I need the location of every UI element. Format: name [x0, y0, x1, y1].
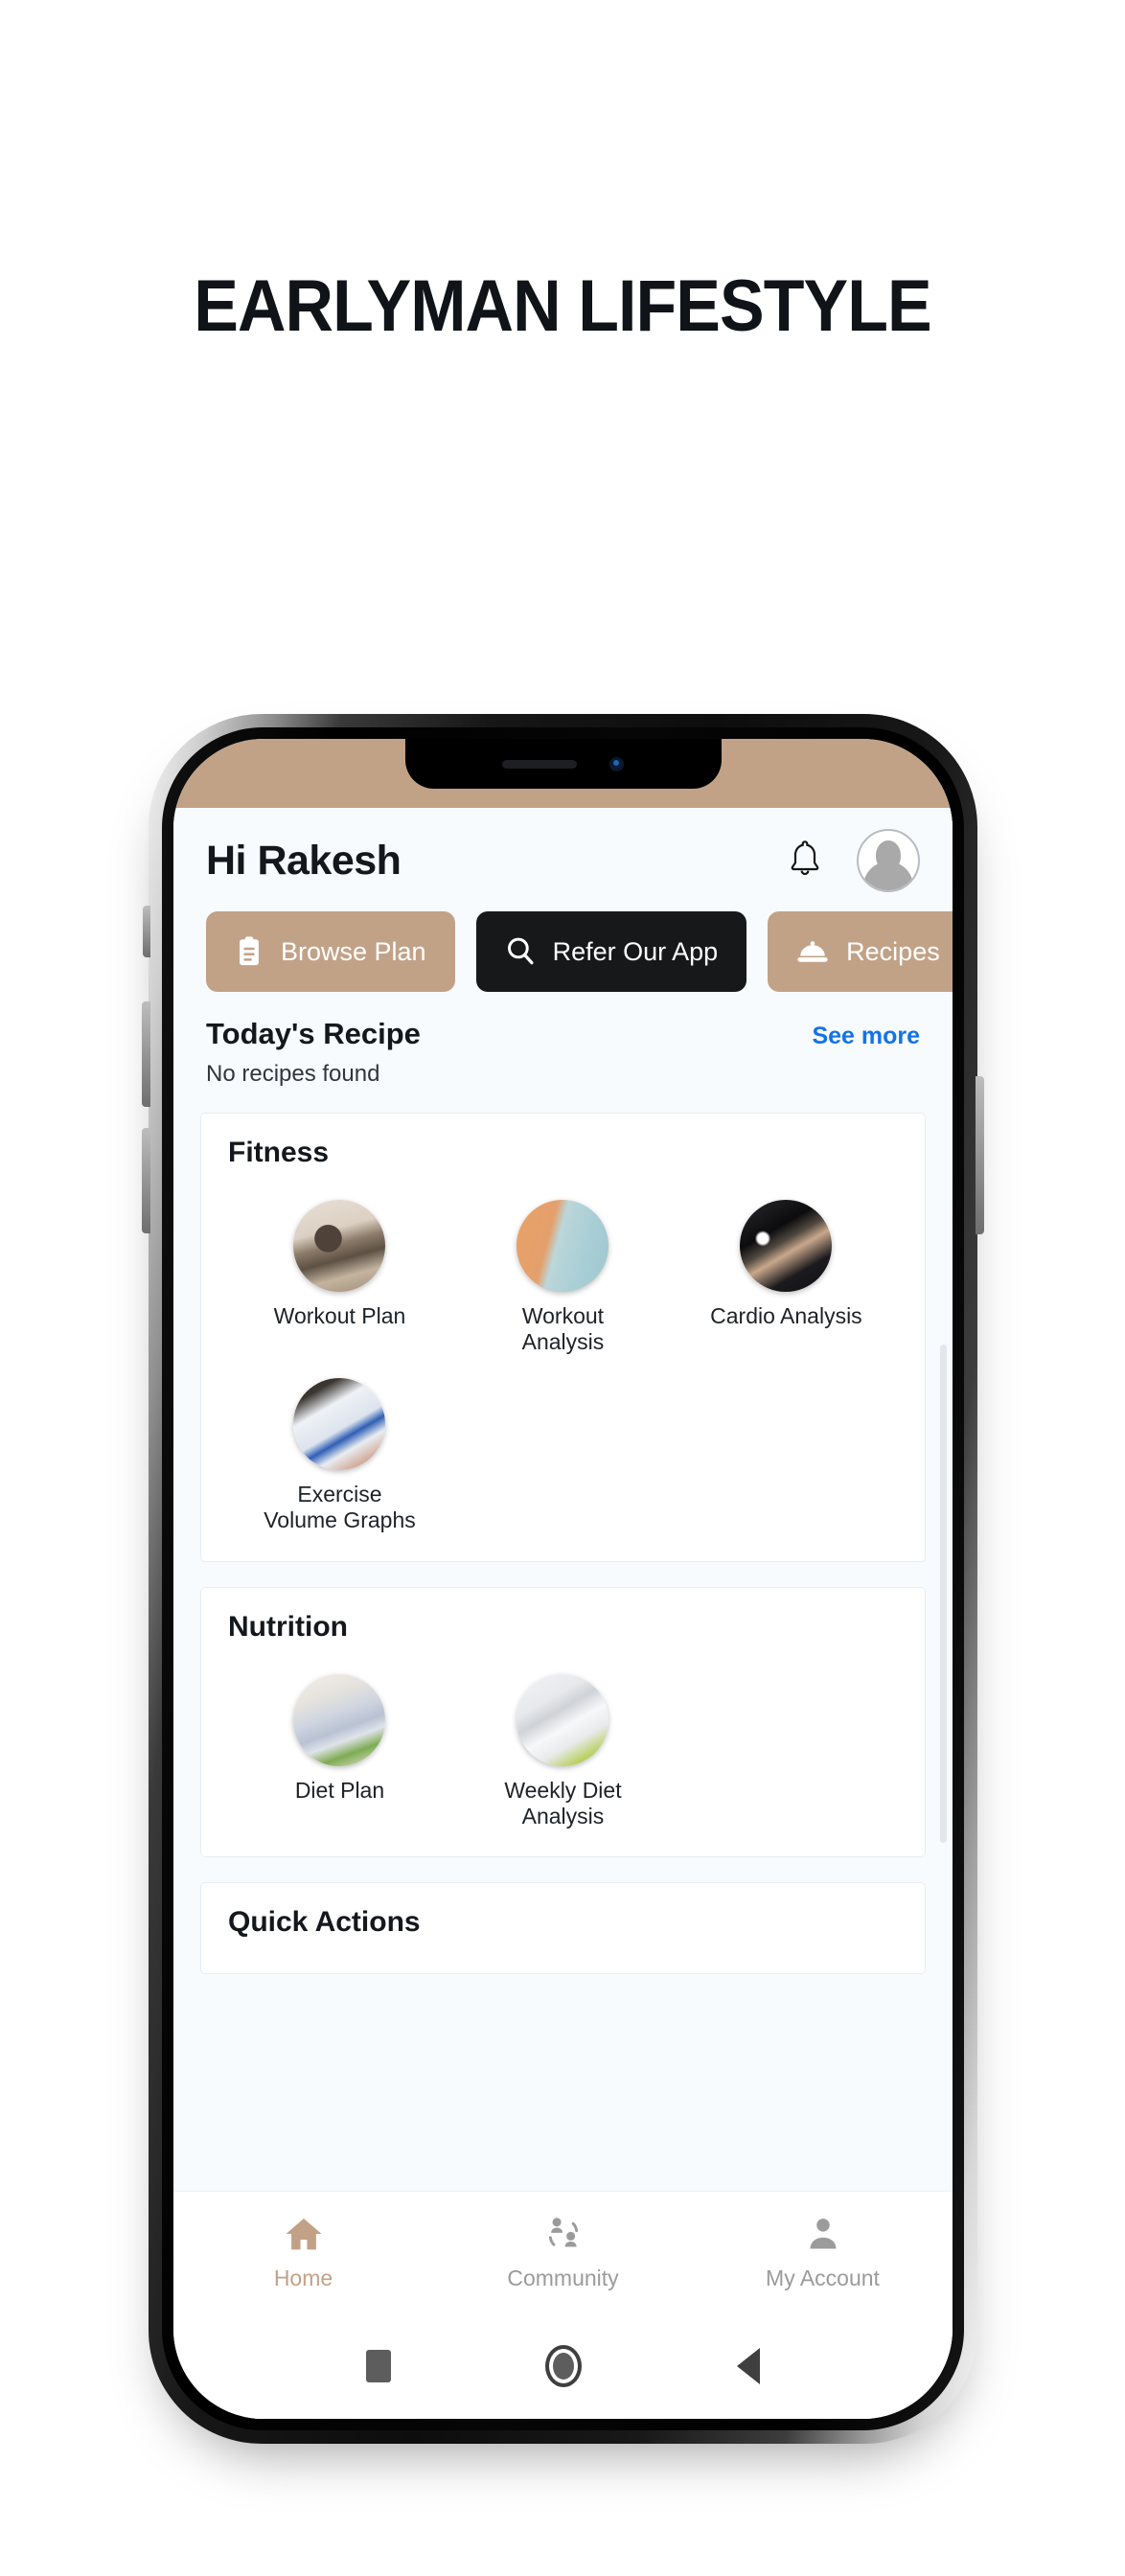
food-dome-icon	[796, 937, 829, 966]
tile-label: Cardio Analysis	[710, 1303, 862, 1328]
tile-workout-plan[interactable]: Workout Plan	[228, 1177, 451, 1355]
recents-square-icon[interactable]	[365, 2350, 391, 2382]
phone-outer-frame: Hi Rakesh Browse Plan Refer Our App Reci…	[142, 714, 984, 2444]
bell-icon[interactable]	[786, 840, 824, 882]
avatar[interactable]	[857, 829, 920, 892]
nav-item-my-account[interactable]: My Account	[693, 2215, 953, 2291]
back-triangle-icon[interactable]	[737, 2348, 761, 2384]
avatar-body-icon	[863, 862, 913, 890]
app-root: Hi Rakesh Browse Plan Refer Our App Reci…	[173, 808, 953, 2419]
home-icon	[283, 2215, 325, 2258]
nav-item-community[interactable]: Community	[433, 2215, 693, 2291]
nutrition-card-title: Nutrition	[228, 1610, 348, 1643]
nav-label: My Account	[766, 2265, 880, 2290]
app-scroll-area[interactable]: Hi Rakesh Browse Plan Refer Our App Reci…	[173, 808, 953, 2191]
browse-plan-button[interactable]: Browse Plan	[206, 911, 455, 992]
home-circle-icon[interactable]	[545, 2345, 583, 2387]
browse-plan-label: Browse Plan	[281, 936, 426, 966]
search-icon	[505, 935, 536, 968]
clipboard-icon	[235, 935, 264, 968]
recipes-label: Recipes	[846, 936, 940, 966]
recipes-button[interactable]: Recipes	[768, 911, 953, 992]
tile-label: Exercise Volume Graphs	[264, 1482, 416, 1533]
app-header: Hi Rakesh	[173, 808, 953, 906]
person-icon	[802, 2215, 844, 2258]
volume-up-button[interactable]	[142, 1001, 150, 1107]
exercise-volume-graphs-photo	[293, 1378, 386, 1471]
tile-label: Workout Analysis	[521, 1303, 605, 1355]
nav-label: Home	[273, 2265, 333, 2290]
refer-our-app-button[interactable]: Refer Our App	[475, 911, 747, 992]
phone-inner-frame: Hi Rakesh Browse Plan Refer Our App Reci…	[162, 727, 964, 2430]
fitness-tiles: Workout Plan Workout Analysis Cardio Ana…	[228, 1177, 898, 1534]
page-title: EARLYMAN LIFESTYLE	[194, 265, 931, 347]
workout-plan-photo	[293, 1200, 386, 1292]
vertical-scrollbar[interactable]	[940, 1345, 947, 1843]
tile-weekly-diet-analysis[interactable]: Weekly Diet Analysis	[451, 1651, 675, 1829]
earpiece-speaker-icon	[502, 759, 577, 769]
see-more-link[interactable]: See more	[812, 1023, 920, 1050]
power-button[interactable]	[976, 1076, 984, 1234]
tile-diet-plan[interactable]: Diet Plan	[228, 1651, 451, 1829]
todays-recipe-header: Today's Recipe See more	[173, 992, 953, 1051]
nutrition-card: Nutrition Diet Plan Weekly Diet Analysis	[200, 1586, 926, 1857]
todays-recipe-title: Today's Recipe	[206, 1017, 421, 1050]
quick-button-row[interactable]: Browse Plan Refer Our App Recipes	[173, 906, 953, 992]
quick-actions-card: Quick Actions	[200, 1881, 926, 1974]
tile-label: Workout Plan	[273, 1303, 406, 1328]
no-recipes-text: No recipes found	[206, 1061, 380, 1087]
diet-plan-photo	[293, 1673, 386, 1766]
phone-screen: Hi Rakesh Browse Plan Refer Our App Reci…	[173, 739, 953, 2419]
bottom-navigation: Home Community My Account	[173, 2191, 953, 2313]
front-camera-icon	[609, 756, 624, 771]
nav-label: Community	[507, 2265, 619, 2290]
tile-workout-analysis[interactable]: Workout Analysis	[451, 1177, 675, 1355]
greeting-text: Hi Rakesh	[206, 837, 402, 884]
tile-label: Weekly Diet Analysis	[504, 1777, 622, 1828]
quick-actions-card-title: Quick Actions	[228, 1905, 421, 1938]
android-system-bar	[173, 2313, 953, 2419]
tile-exercise-volume-graphs[interactable]: Exercise Volume Graphs	[228, 1355, 451, 1533]
fitness-card-title: Fitness	[228, 1137, 330, 1168]
weekly-diet-analysis-photo	[517, 1673, 609, 1766]
cardio-analysis-photo	[740, 1200, 833, 1292]
community-icon	[542, 2215, 585, 2258]
nutrition-tiles: Diet Plan Weekly Diet Analysis	[228, 1651, 898, 1829]
header-actions	[786, 829, 920, 892]
refer-our-app-label: Refer Our App	[552, 936, 719, 966]
phone-mockup: Hi Rakesh Browse Plan Refer Our App Reci…	[142, 714, 984, 2444]
poster-page: EARLYMAN LIFESTYLE Hi Rakesh Browse Plan…	[0, 0, 1125, 2576]
tile-cardio-analysis[interactable]: Cardio Analysis	[675, 1177, 898, 1355]
phone-notch	[404, 739, 722, 789]
volume-down-button[interactable]	[142, 1128, 150, 1233]
workout-analysis-photo	[517, 1200, 609, 1292]
nav-item-home[interactable]: Home	[173, 2215, 433, 2291]
mute-switch-button[interactable]	[143, 906, 150, 957]
fitness-card: Fitness Workout Plan Workout Analysis Ca…	[200, 1113, 926, 1562]
tile-label: Diet Plan	[294, 1777, 385, 1803]
